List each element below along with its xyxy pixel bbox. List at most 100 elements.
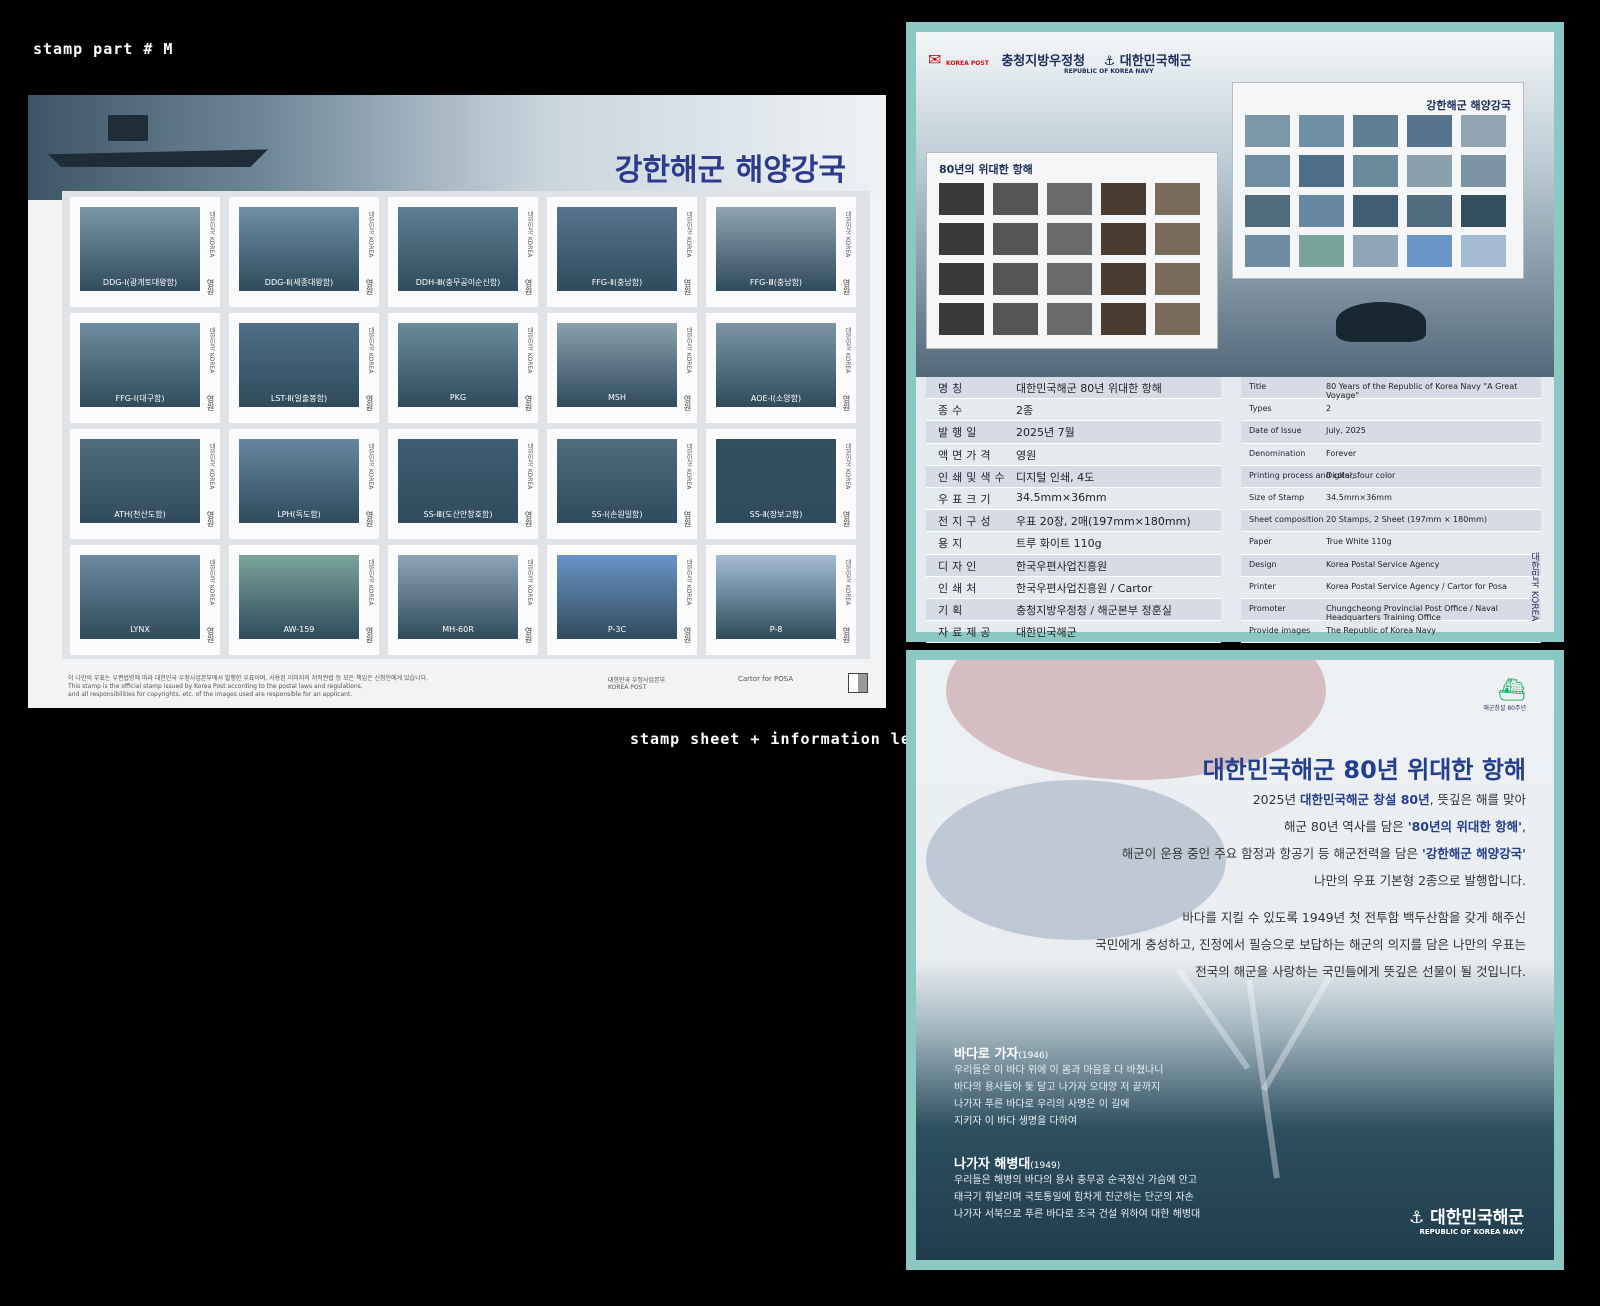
leaflet-front-panel: ✉ KOREA POST 충청지방우정청 ⚓ 대한민국해군 REPUBLIC O… (916, 32, 1554, 644)
stamp: FFG-Ⅰ(대구함) 대한민국 KOREA 영원 (70, 313, 220, 423)
stamp: SS-Ⅲ(도산안창호함) 대한민국 KOREA 영원 (388, 429, 538, 539)
info-value: 대한민국해군 80년 위대한 항해 (1016, 382, 1162, 395)
info-value: The Republic of Korea Navy (1326, 626, 1436, 636)
intro-line-7: 전국의 해군을 사랑하는 국민들에게 뜻깊은 선물이 될 것입니다. (1195, 964, 1526, 979)
lyric-line: 우리들은 해병의 바다의 용사 충무공 순국정신 가슴에 안고 (954, 1175, 1198, 1186)
info-key: 기획 (938, 603, 967, 617)
minisheet-stamp (1245, 155, 1290, 187)
stamp-caption: DDG-Ⅱ(세종대왕함) (264, 278, 334, 287)
info-key: Provide images (1249, 626, 1311, 636)
stamp-caption: DDG-Ⅰ(광개토대왕함) (102, 278, 178, 287)
stamp-caption: FFG-Ⅱ(충남함) (591, 278, 643, 287)
stamp: PKG 대한민국 KOREA 영원 (388, 313, 538, 423)
navy-name: 대한민국해군 (1119, 54, 1192, 69)
minisheet-stamp (1101, 183, 1146, 215)
info-row: Sheet composition 20 Stamps, 2 Sheet (197… (1241, 510, 1541, 533)
stamp-caption: P-3C (607, 625, 627, 634)
navy-name-en: REPUBLIC OF KOREA NAVY (1064, 68, 1154, 75)
info-key: 디자인 (938, 559, 981, 573)
emblem-label: 해군창설 80주년 (1483, 705, 1526, 712)
minisheet-stamp (1047, 263, 1092, 295)
minisheet-stamp (1407, 235, 1452, 267)
stamp: LST-Ⅱ(일출봉함) 대한민국 KOREA 영원 (229, 313, 379, 423)
submarine-image (1336, 302, 1426, 342)
intro-line-4: 나만의 우표 기본형 2종으로 발행합니다. (1314, 873, 1526, 888)
minisheet-stamp (1047, 303, 1092, 335)
printer-credit: Cartor for POSA (738, 675, 794, 683)
korea-post-mark: 대한민국 우정사업본부 KOREA POST (608, 675, 665, 691)
minisheet-stamp (1461, 155, 1506, 187)
stamp: FFG-Ⅲ(충남함) 대한민국 KOREA 영원 (706, 197, 856, 307)
stamp: AW-159 대한민국 KOREA 영원 (229, 545, 379, 655)
stamp-value: 영원 (524, 279, 533, 295)
stamp-caption: LYNX (130, 625, 150, 634)
minisheet-stamp (1353, 195, 1398, 227)
info-row: 전지구성 우표 20장, 2매(197mm×180mm) (926, 510, 1221, 533)
info-row: 인쇄및색수 디지털 인쇄, 4도 (926, 465, 1221, 488)
stamp-country: 대한민국 KOREA (208, 327, 215, 374)
info-key: Title (1249, 382, 1267, 391)
stamp: P-3C 대한민국 KOREA 영원 (547, 545, 697, 655)
info-value: 34.5mm×36mm (1326, 492, 1392, 502)
minisheet-stamp (993, 183, 1038, 215)
navy-anchor-icon: ⚓ (1408, 1208, 1425, 1228)
info-row: Title 80 Years of the Republic of Korea N… (1241, 377, 1541, 400)
stamp-caption: DDH-Ⅲ(충무공이순신함) (415, 278, 501, 287)
info-key: 명칭 (938, 382, 967, 395)
stamp: MSH 대한민국 KOREA 영원 (547, 313, 697, 423)
stamp-caption: MH-60R (442, 625, 474, 634)
info-row: Provide images The Republic of Korea Navy (1241, 621, 1541, 644)
minisheet-stamp (939, 223, 984, 255)
info-key: Design (1249, 559, 1277, 569)
stamp-country: 대한민국 KOREA (367, 443, 374, 490)
stamp-value: 영원 (842, 279, 851, 295)
stamp-country: 대한민국 KOREA (844, 559, 851, 606)
info-value: 34.5mm×36mm (1016, 490, 1107, 504)
stamp-value: 영원 (365, 279, 374, 295)
lyric-line: 태극기 휘날리며 국토통일에 힘차게 진군하는 단군의 자손 (954, 1192, 1194, 1203)
stamp-value: 영원 (683, 627, 692, 643)
stamp-country: 대한민국 KOREA (526, 327, 533, 374)
stamp-country: 대한민국 KOREA (844, 443, 851, 490)
info-value: True White 110g (1326, 537, 1392, 547)
info-value: 디지털 인쇄, 4도 (1016, 470, 1095, 484)
song2-title: 나가자 해병대(1949) (954, 1157, 1061, 1172)
minisheet-stamp (1155, 223, 1200, 255)
stamp: SS-Ⅱ(장보고함) 대한민국 KOREA 영원 (706, 429, 856, 539)
info-row: 명칭 대한민국해군 80년 위대한 항해 (926, 377, 1221, 400)
info-value: Korea Postal Service Agency (1326, 559, 1440, 569)
song2-lyrics: 우리들은 해병의 바다의 용사 충무공 순국정신 가슴에 안고태극기 휘날리며 … (954, 1172, 1234, 1223)
stamp-caption: AOE-Ⅰ(소양함) (750, 394, 802, 403)
stamp-value: 영원 (206, 511, 215, 527)
minisheet-stamp (939, 183, 984, 215)
minisheet-strong-navy: 강한해군 해양강국 (1232, 82, 1524, 279)
post-name: 대한민국 우정사업본부 (608, 677, 666, 684)
intro-line-2: 해군 80년 역사를 담은 '80년의 위대한 항해', (1283, 819, 1526, 834)
info-key: 용지 (938, 537, 967, 551)
stamp-country: 대한민국 KOREA (844, 211, 851, 258)
info-row: Denomination Forever (1241, 444, 1541, 466)
minisheet-stamp (1353, 115, 1398, 147)
stamp-caption: SS-Ⅰ(손원일함) (591, 510, 643, 519)
lyric-line: 지키자 이 바다 생명을 다하여 (954, 1116, 1078, 1127)
minisheet-stamp (1047, 183, 1092, 215)
stamp-value: 영원 (365, 395, 374, 411)
stamp-country: 대한민국 KOREA (685, 559, 692, 606)
info-row: Date of Issue July, 2025 (1241, 421, 1541, 444)
intro-line-1: 2025년 대한민국해군 창설 80년, 뜻깊은 해를 맞아 (1252, 792, 1526, 807)
sheet-title: 강한해군 해양강국 (614, 153, 846, 188)
info-value: 2 (1326, 404, 1332, 414)
stamp-country: 대한민국 KOREA (685, 443, 692, 490)
sheet-footer-note: 이 나만의 우표는 우편법령에 따라 대한민국 우정사업본부에서 발행한 우표이… (68, 675, 588, 699)
leaflet-front: ✉ KOREA POST 충청지방우정청 ⚓ 대한민국해군 REPUBLIC O… (906, 22, 1564, 644)
stamp-caption: MSH (608, 393, 626, 402)
info-value: July, 2025 (1326, 426, 1366, 436)
stamp-country: 대한민국 KOREA (526, 443, 533, 490)
stamp-value: 영원 (683, 511, 692, 527)
stamp-country: 대한민국 KOREA (367, 211, 374, 258)
info-value: 우표 20장, 2매(197mm×180mm) (1016, 515, 1191, 529)
info-table-en: Title 80 Years of the Republic of Korea N… (1241, 377, 1541, 644)
stamp-country: 대한민국 KOREA (208, 211, 215, 258)
stamp-caption: PKG (449, 393, 467, 402)
navy-logo-label-en: REPUBLIC OF KOREA NAVY (1419, 1228, 1524, 1236)
